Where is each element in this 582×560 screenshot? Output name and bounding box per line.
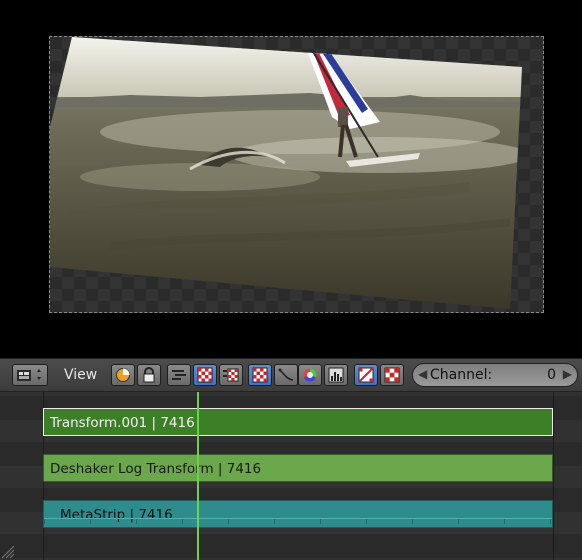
checker-overlay-icon	[197, 367, 213, 383]
waveform-button[interactable]	[167, 364, 191, 386]
preview-mode-button[interactable]	[111, 364, 135, 386]
channel-field[interactable]: ◀ Channel: 0 ▶	[412, 363, 578, 387]
channel-label: Channel:	[430, 367, 493, 383]
checker-overlay-button[interactable]	[193, 364, 217, 386]
preview-area[interactable]	[0, 0, 582, 358]
view-menu[interactable]: View	[64, 367, 97, 383]
sequencer-timeline[interactable]: Transform.001 | 7416 Deshaker Log Transf…	[0, 392, 582, 560]
safe-area-icon	[358, 367, 374, 383]
render-frame	[49, 36, 544, 313]
safe-area-button[interactable]	[354, 364, 378, 386]
checker-backdrop-icon	[223, 368, 239, 382]
channel-checker-icon	[384, 367, 400, 383]
strip-transform-001[interactable]: Transform.001 | 7416	[43, 408, 553, 436]
curve-button[interactable]	[274, 364, 298, 386]
color-wheel-button[interactable]	[298, 364, 322, 386]
checker-backdrop-button[interactable]	[219, 364, 243, 386]
channel-increment-icon[interactable]: ▶	[563, 367, 572, 381]
playhead[interactable]	[197, 392, 199, 560]
strip-metastrip[interactable]: MetaStrip | 7416	[43, 500, 553, 528]
channel-checker-button[interactable]	[380, 364, 404, 386]
checker-icon	[252, 367, 268, 383]
channel-decrement-icon[interactable]: ◀	[418, 367, 427, 381]
curve-icon	[278, 368, 294, 381]
strip-label: Transform.001 | 7416	[50, 415, 195, 431]
sequencer-header: View ◀ Channel: 0 ▶	[0, 358, 582, 392]
waveform-icon	[172, 370, 186, 380]
channel-value: 0	[547, 367, 556, 383]
editor-type-button[interactable]	[12, 364, 48, 386]
metastrip-content-ticks	[44, 518, 552, 524]
windsurfer-photo	[50, 37, 522, 309]
lock-icon	[143, 367, 155, 383]
histogram-button[interactable]	[324, 364, 348, 386]
lock-button[interactable]	[137, 364, 161, 386]
preview-mode-icon	[116, 368, 130, 382]
color-wheel-icon	[303, 368, 317, 382]
strip-deshaker-log-transform[interactable]: Deshaker Log Transform | 7416	[43, 454, 553, 482]
area-split-corner-icon[interactable]	[0, 544, 16, 560]
checker-button[interactable]	[248, 364, 272, 386]
frame-end-line	[553, 392, 554, 560]
editor-type-icon	[17, 369, 41, 381]
strip-label: Deshaker Log Transform | 7416	[50, 461, 262, 477]
histogram-icon	[328, 367, 344, 383]
